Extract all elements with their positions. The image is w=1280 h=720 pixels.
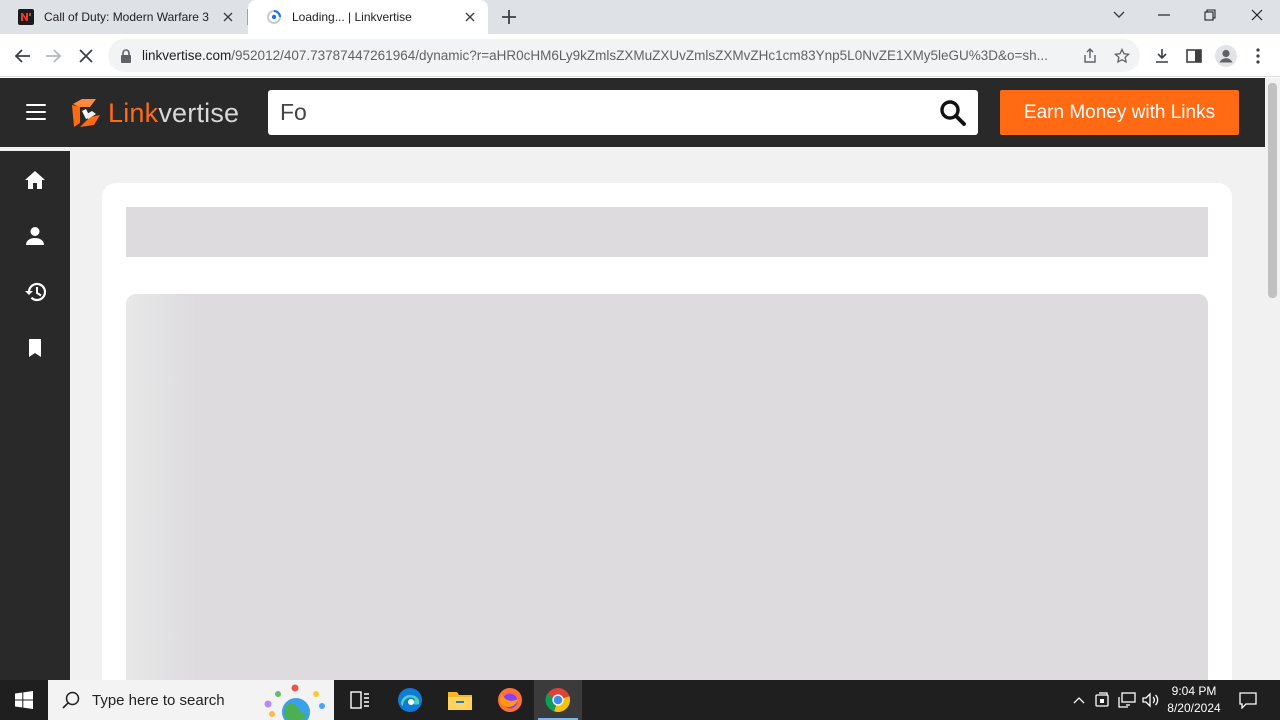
tab-linkvertise[interactable]: Loading... | Linkvertise xyxy=(248,0,488,34)
loading-spinner-icon xyxy=(266,9,282,25)
tab-call-of-duty[interactable]: Call of Duty: Modern Warfare 3 xyxy=(0,0,246,34)
network-icon[interactable] xyxy=(1116,680,1138,720)
download-icon[interactable] xyxy=(1150,44,1174,68)
history-icon[interactable] xyxy=(22,279,48,305)
notifications-icon[interactable] xyxy=(1234,680,1262,720)
restore-icon[interactable] xyxy=(1187,0,1233,30)
tray-chevron-icon[interactable] xyxy=(1068,680,1090,720)
file-explorer-icon[interactable] xyxy=(436,680,484,720)
tab-title: Loading... | Linkvertise xyxy=(292,10,412,24)
site-sidebar xyxy=(0,151,70,680)
taskbar-search-box[interactable]: Type here to search xyxy=(48,680,334,720)
linkvertise-logo[interactable]: Linkvertise xyxy=(70,97,239,129)
back-icon[interactable] xyxy=(10,44,34,68)
skeleton-content-placeholder xyxy=(126,294,1208,680)
logo-text: Linkvertise xyxy=(108,98,239,129)
bookmark-star-icon[interactable] xyxy=(1112,46,1132,66)
search-icon[interactable] xyxy=(939,99,966,126)
page-scrollbar[interactable] xyxy=(1265,78,1280,680)
logo-text-link: Link xyxy=(108,97,159,128)
skeleton-title-placeholder xyxy=(126,207,1208,257)
url-text: linkvertise.com/952012/407.7378744726196… xyxy=(142,48,1062,63)
windows-start-icon[interactable] xyxy=(0,680,48,720)
search-highlight-globe-icon xyxy=(260,682,330,720)
clock-time: 9:04 PM xyxy=(1171,684,1217,698)
earn-money-button[interactable]: Earn Money with Links xyxy=(1000,90,1239,135)
share-icon[interactable] xyxy=(1080,46,1100,66)
tab-strip: Call of Duty: Modern Warfare 3 Loading..… xyxy=(0,0,1280,34)
url-path: /952012/407.73787447261964/dynamic?r=aHR… xyxy=(231,48,1048,63)
menu-kebab-icon[interactable] xyxy=(1246,44,1270,68)
side-panel-icon[interactable] xyxy=(1182,44,1206,68)
tab-title: Call of Duty: Modern Warfare 3 xyxy=(44,10,209,24)
site-search-box xyxy=(268,90,978,135)
site-search-input[interactable] xyxy=(280,99,920,126)
nexus-mods-icon xyxy=(18,9,34,25)
browser-toolbar: linkvertise.com/952012/407.7378744726196… xyxy=(0,34,1280,77)
tab-search-chevron-icon[interactable] xyxy=(1096,0,1142,30)
new-tab-icon[interactable] xyxy=(499,7,519,27)
linkvertise-logo-icon xyxy=(70,97,102,129)
scrollbar-thumb[interactable] xyxy=(1268,83,1277,298)
meet-now-icon[interactable] xyxy=(1092,680,1114,720)
address-bar[interactable]: linkvertise.com/952012/407.7378744726196… xyxy=(108,39,1140,72)
hamburger-menu-icon[interactable] xyxy=(26,104,46,120)
forward-icon[interactable] xyxy=(42,44,66,68)
home-icon[interactable] xyxy=(22,167,48,193)
chrome-icon[interactable] xyxy=(534,680,582,720)
bookmark-icon[interactable] xyxy=(22,335,48,361)
close-tab-icon[interactable] xyxy=(462,9,478,25)
taskbar-search-placeholder: Type here to search xyxy=(92,691,225,709)
minimize-icon[interactable] xyxy=(1141,0,1187,30)
windows-taskbar: Type here to search 9:04 PM 8/20/2024 xyxy=(0,680,1280,720)
firefox-icon[interactable] xyxy=(486,680,534,720)
taskbar-clock[interactable]: 9:04 PM 8/20/2024 xyxy=(1160,683,1228,717)
lock-icon[interactable] xyxy=(120,48,132,63)
profile-icon[interactable] xyxy=(22,223,48,249)
clock-date: 8/20/2024 xyxy=(1167,701,1221,715)
edge-icon[interactable] xyxy=(386,680,434,720)
site-header: Linkvertise Earn Money with Links xyxy=(0,78,1265,147)
profile-avatar-icon[interactable] xyxy=(1214,44,1238,68)
task-view-icon[interactable] xyxy=(336,680,384,720)
close-tab-icon[interactable] xyxy=(220,9,236,25)
stop-loading-icon[interactable] xyxy=(74,44,98,68)
volume-icon[interactable] xyxy=(1140,680,1162,720)
loading-card xyxy=(102,183,1232,680)
close-window-icon[interactable] xyxy=(1234,0,1280,30)
url-host: linkvertise.com xyxy=(142,48,232,63)
search-icon xyxy=(62,691,80,709)
page-viewport: Linkvertise Earn Money with Links ANY xyxy=(0,78,1265,680)
logo-text-vertise: vertise xyxy=(158,97,240,128)
